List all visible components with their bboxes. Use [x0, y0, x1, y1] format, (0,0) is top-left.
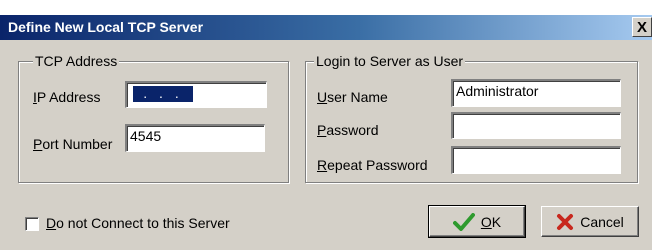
port-number-field[interactable]: 4545	[125, 124, 265, 152]
window-title: Define New Local TCP Server	[8, 19, 204, 35]
tcp-address-legend: TCP Address	[33, 53, 120, 69]
tcp-address-group: TCP Address	[18, 53, 289, 183]
do-not-connect-checkbox[interactable]	[25, 217, 39, 231]
ok-button[interactable]: OK	[428, 205, 526, 238]
cancel-button[interactable]: Cancel	[541, 206, 639, 237]
username-label: User Name	[317, 89, 388, 105]
login-legend: Login to Server as User	[314, 53, 466, 69]
repeat-password-label: Repeat Password	[317, 157, 428, 173]
do-not-connect-label[interactable]: Do not Connect to this Server	[46, 215, 230, 231]
screen-top-strip	[0, 0, 652, 15]
port-number-label: Port Number	[33, 136, 113, 152]
password-field[interactable]	[451, 112, 621, 139]
repeat-password-field[interactable]	[451, 146, 621, 174]
close-icon: X	[636, 18, 647, 36]
ip-address-value: . . .	[133, 86, 193, 102]
ok-label: OK	[480, 213, 502, 230]
username-field[interactable]: Administrator	[451, 79, 621, 107]
red-x-icon	[556, 213, 574, 231]
close-button[interactable]: X	[632, 17, 652, 37]
cancel-label: Cancel	[580, 213, 624, 230]
ip-address-field[interactable]: . . .	[125, 81, 267, 108]
password-label: Password	[317, 122, 379, 138]
checkmark-icon	[452, 212, 475, 231]
title-bar[interactable]: Define New Local TCP Server X	[0, 15, 652, 40]
ip-address-label: IP Address	[33, 89, 101, 105]
